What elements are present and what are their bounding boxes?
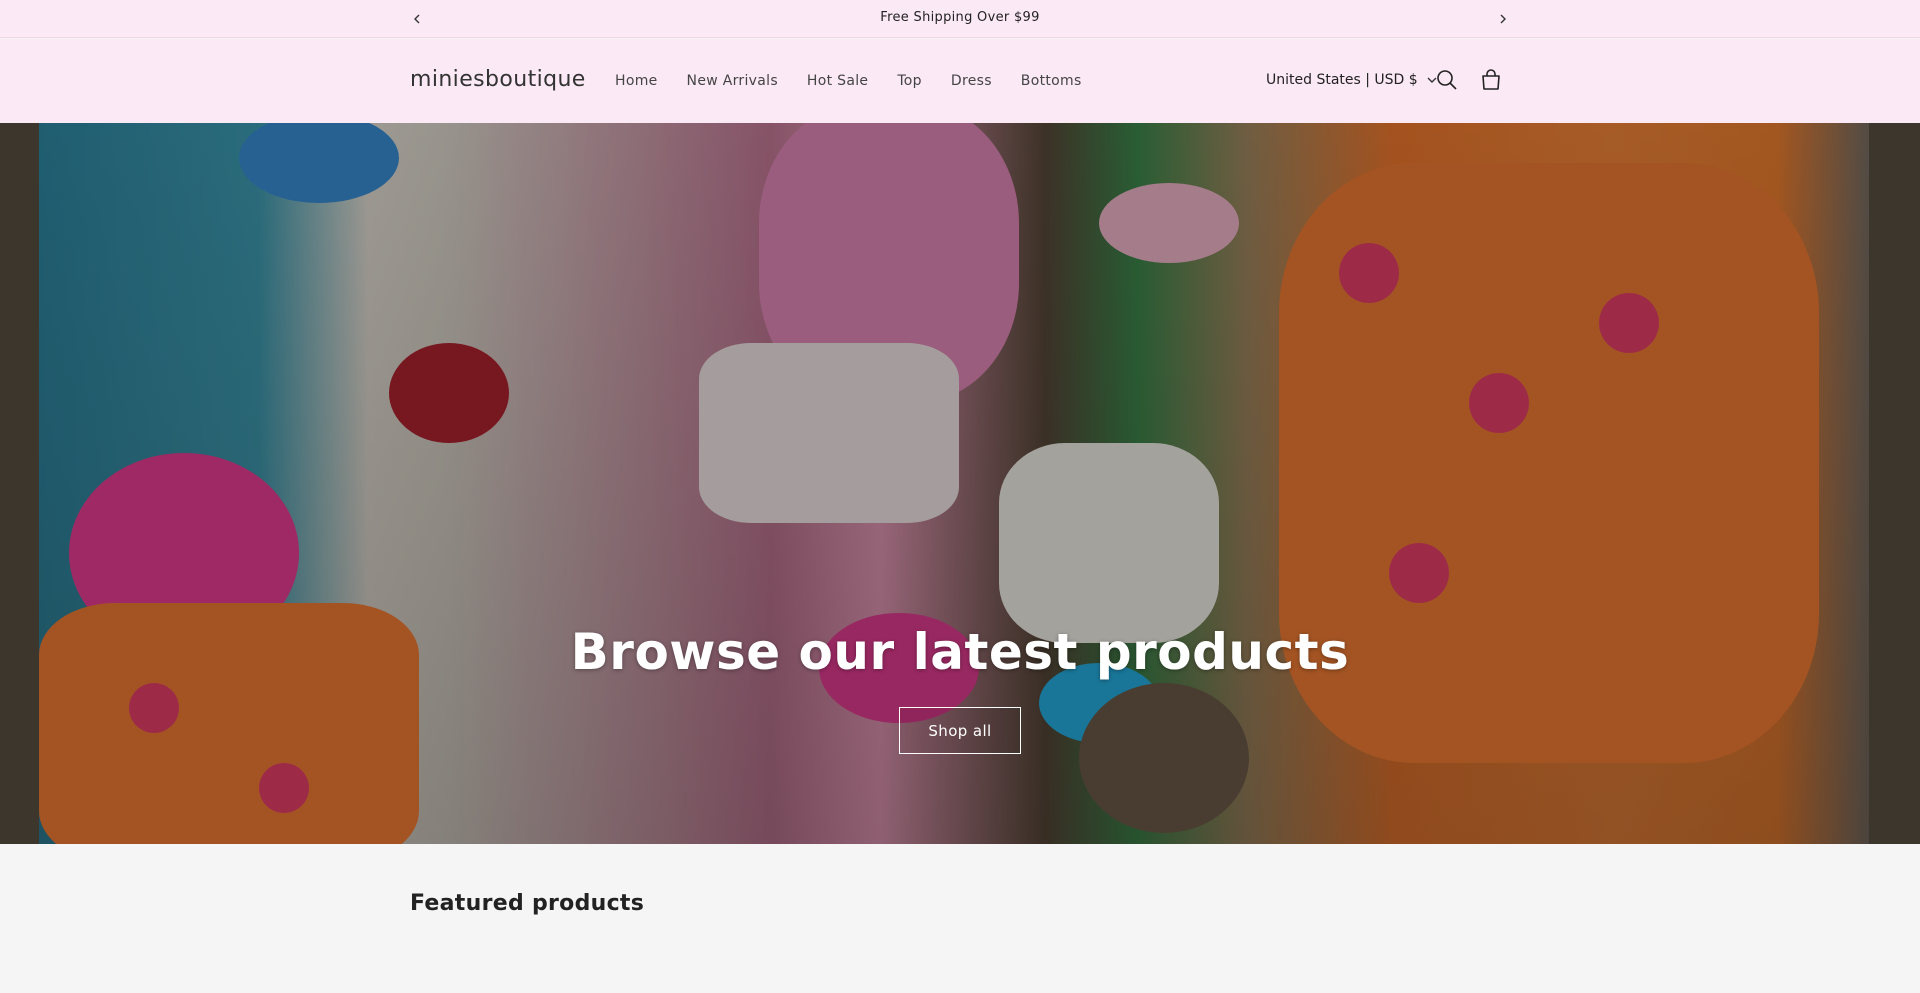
nav-item-top[interactable]: Top [897, 73, 922, 89]
search-icon [1437, 70, 1457, 90]
chevron-right-icon [1500, 14, 1506, 24]
hero-banner: Browse our latest products Shop all [0, 123, 1920, 844]
announcement-bar: Free Shipping Over $99 [0, 0, 1920, 38]
nav-item-home[interactable]: Home [615, 73, 658, 89]
announcement-text: Free Shipping Over $99 [880, 10, 1040, 25]
cart-button[interactable] [1478, 67, 1504, 93]
nav-item-new-arrivals[interactable]: New Arrivals [687, 73, 778, 89]
nav-item-bottoms[interactable]: Bottoms [1021, 73, 1082, 89]
shop-all-button[interactable]: Shop all [899, 707, 1021, 754]
featured-products-heading: Featured products [410, 891, 645, 916]
store-logo[interactable]: miniesboutique [410, 67, 586, 92]
country-currency-selector[interactable]: United States | USD $ [1266, 72, 1438, 88]
cart-icon [1482, 69, 1500, 90]
nav-item-hot-sale[interactable]: Hot Sale [807, 73, 868, 89]
main-nav: Home New Arrivals Hot Sale Top Dress Bot… [615, 73, 1111, 89]
hero-title: Browse our latest products [570, 623, 1350, 681]
nav-item-dress[interactable]: Dress [951, 73, 992, 89]
search-button[interactable] [1434, 67, 1460, 93]
country-currency-label: United States | USD $ [1266, 72, 1418, 88]
site-header: miniesboutique Home New Arrivals Hot Sal… [0, 39, 1920, 123]
announcement-next-button[interactable] [1493, 9, 1513, 29]
